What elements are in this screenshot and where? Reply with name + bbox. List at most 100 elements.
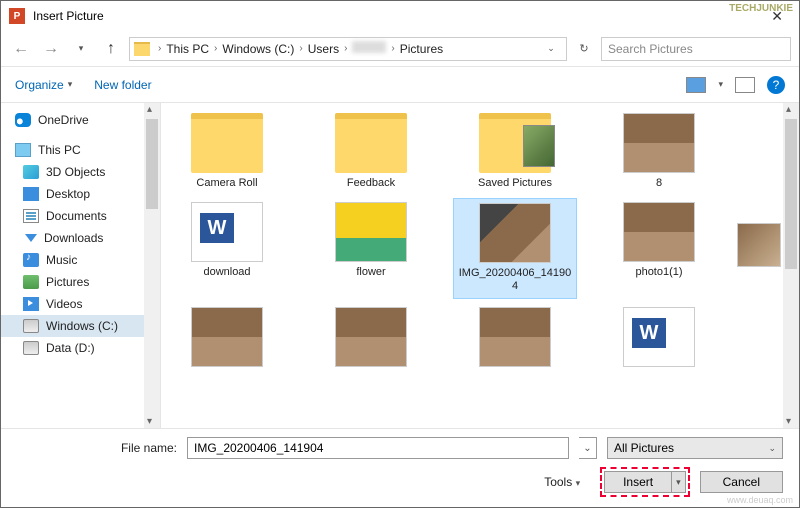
item-label: flower xyxy=(356,266,385,279)
filename-label: File name: xyxy=(17,441,177,455)
image-thumbnail xyxy=(479,307,551,367)
image-item[interactable]: photo1(1) xyxy=(597,198,721,298)
image-thumbnail xyxy=(623,202,695,262)
new-folder-button[interactable]: New folder xyxy=(94,78,151,92)
address-bar[interactable]: › This PC › Windows (C:) › Users › › Pic… xyxy=(129,37,567,61)
downloads-icon xyxy=(25,234,37,242)
item-label: Saved Pictures xyxy=(478,177,552,190)
sidebar-item-onedrive[interactable]: OneDrive xyxy=(1,109,160,131)
chevron-right-icon[interactable]: › xyxy=(389,43,396,54)
filename-history-dropdown[interactable]: ⌄ xyxy=(579,437,597,459)
image-item[interactable] xyxy=(165,303,289,375)
chevron-right-icon[interactable]: › xyxy=(297,43,304,54)
music-icon xyxy=(23,253,39,267)
sidebar-item-data-d[interactable]: Data (D:) xyxy=(1,337,160,359)
preview-pane-button[interactable] xyxy=(735,77,755,93)
pictures-icon xyxy=(23,275,39,289)
file-list: Camera Roll Feedback Saved Pictures 8 do… xyxy=(161,103,799,428)
breadcrumb-blurred[interactable] xyxy=(349,41,389,56)
filter-label: All Pictures xyxy=(614,441,674,455)
insert-button[interactable]: Insert xyxy=(604,471,672,493)
image-item-partial[interactable] xyxy=(737,223,781,267)
sidebar-item-desktop[interactable]: Desktop xyxy=(1,183,160,205)
tools-button[interactable]: Tools ▾ xyxy=(544,475,580,489)
view-mode-button[interactable] xyxy=(686,77,706,93)
organize-button[interactable]: Organize ▾ xyxy=(15,78,72,92)
sidebar-item-videos[interactable]: Videos xyxy=(1,293,160,315)
folder-item[interactable]: Feedback xyxy=(309,109,433,194)
sidebar: OneDrive This PC 3D Objects Desktop Docu… xyxy=(1,103,161,428)
sidebar-item-thispc[interactable]: This PC xyxy=(1,139,160,161)
folder-item[interactable]: Camera Roll xyxy=(165,109,289,194)
chevron-down-icon: ⌄ xyxy=(768,443,776,454)
breadcrumb[interactable]: Windows (C:) xyxy=(219,42,297,56)
documents-icon xyxy=(23,209,39,223)
drive-icon xyxy=(23,319,39,333)
item-label: Feedback xyxy=(347,177,395,190)
sidebar-label: Data (D:) xyxy=(46,341,95,355)
insert-dropdown[interactable]: ▾ xyxy=(672,471,686,493)
sidebar-item-downloads[interactable]: Downloads xyxy=(1,227,160,249)
sidebar-label: OneDrive xyxy=(38,113,89,127)
breadcrumb[interactable]: Users xyxy=(305,42,342,56)
sidebar-item-pictures[interactable]: Pictures xyxy=(1,271,160,293)
image-item[interactable]: flower xyxy=(309,198,433,298)
sidebar-label: Music xyxy=(46,253,77,267)
nav-recent-dropdown[interactable]: ▾ xyxy=(69,37,93,61)
sidebar-label: Videos xyxy=(46,297,82,311)
scroll-down-icon[interactable]: ▾ xyxy=(147,416,152,427)
help-icon[interactable]: ? xyxy=(767,76,785,94)
item-label: download xyxy=(203,266,250,279)
toolbar: Organize ▾ New folder ▾ ? xyxy=(1,67,799,103)
sidebar-label: 3D Objects xyxy=(46,165,105,179)
dialog-body: OneDrive This PC 3D Objects Desktop Docu… xyxy=(1,103,799,428)
sidebar-item-windows-c[interactable]: Windows (C:) xyxy=(1,315,160,337)
file-filter-dropdown[interactable]: All Pictures ⌄ xyxy=(607,437,783,459)
drive-icon xyxy=(23,341,39,355)
scroll-thumb[interactable] xyxy=(146,119,158,209)
image-item[interactable]: 8 xyxy=(597,109,721,194)
scroll-up-icon[interactable]: ▴ xyxy=(786,104,791,115)
cancel-button[interactable]: Cancel xyxy=(700,471,783,493)
sidebar-label: Windows (C:) xyxy=(46,319,118,333)
sidebar-label: This PC xyxy=(38,143,81,157)
image-thumbnail xyxy=(335,202,407,262)
sidebar-item-3dobjects[interactable]: 3D Objects xyxy=(1,161,160,183)
scroll-up-icon[interactable]: ▴ xyxy=(147,104,152,115)
videos-icon xyxy=(23,297,39,311)
file-item[interactable] xyxy=(597,303,721,375)
file-item[interactable]: download xyxy=(165,198,289,298)
folder-icon xyxy=(335,113,407,173)
view-dropdown[interactable]: ▾ xyxy=(718,79,723,90)
image-item[interactable] xyxy=(309,303,433,375)
sidebar-item-documents[interactable]: Documents xyxy=(1,205,160,227)
insert-picture-dialog: TECHJUNKIE www.deuaq.com P Insert Pictur… xyxy=(0,0,800,508)
image-thumbnail xyxy=(623,113,695,173)
item-label: 8 xyxy=(656,177,662,190)
breadcrumb[interactable]: This PC xyxy=(163,42,212,56)
nav-back-button[interactable]: ← xyxy=(9,37,33,61)
search-input[interactable]: Search Pictures xyxy=(601,37,791,61)
onedrive-icon xyxy=(15,113,31,127)
chevron-right-icon[interactable]: › xyxy=(212,43,219,54)
image-item-selected[interactable]: IMG_20200406_141904 xyxy=(453,198,577,298)
folder-item[interactable]: Saved Pictures xyxy=(453,109,577,194)
refresh-button[interactable]: ↻ xyxy=(573,42,595,55)
3d-icon xyxy=(23,165,39,179)
image-item[interactable] xyxy=(453,303,577,375)
sidebar-item-music[interactable]: Music xyxy=(1,249,160,271)
chevron-right-icon[interactable]: › xyxy=(156,43,163,54)
nav-forward-button[interactable]: → xyxy=(39,37,63,61)
chevron-right-icon[interactable]: › xyxy=(342,43,349,54)
nav-up-button[interactable]: ↑ xyxy=(99,37,123,61)
content-scrollbar[interactable]: ▴ ▾ xyxy=(783,103,799,428)
filename-input[interactable] xyxy=(187,437,569,459)
insert-button-highlight: Insert ▾ xyxy=(600,467,690,497)
scroll-down-icon[interactable]: ▾ xyxy=(786,416,791,427)
breadcrumb[interactable]: Pictures xyxy=(397,42,446,56)
sidebar-scrollbar[interactable]: ▴ ▾ xyxy=(144,103,160,428)
address-dropdown[interactable]: ⌄ xyxy=(540,43,562,54)
word-file-icon xyxy=(191,202,263,262)
image-thumbnail xyxy=(191,307,263,367)
scroll-thumb[interactable] xyxy=(785,119,797,269)
